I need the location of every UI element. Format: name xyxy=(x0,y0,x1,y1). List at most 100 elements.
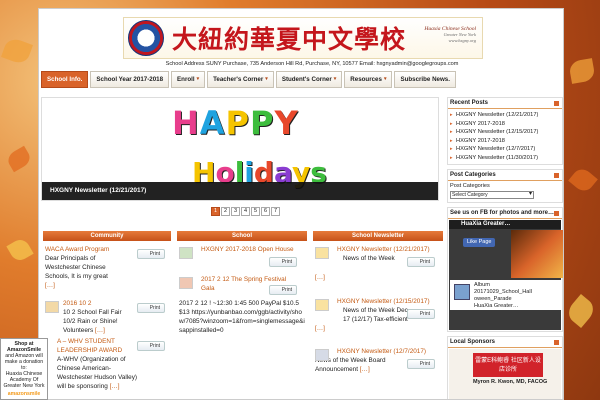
post-title-link[interactable]: 2016 10 2 xyxy=(63,300,91,307)
post-excerpt: 2017 2 12 ! ~12:30 1:45 500 PayPal $10.5… xyxy=(179,300,305,334)
post-title-link[interactable]: HXGNY Newsletter (12/7/2017) xyxy=(337,347,443,356)
school-post: HXGNY 2017-2018 Open House Print xyxy=(177,245,307,275)
read-more-link[interactable]: […] xyxy=(315,273,443,282)
print-label: Print xyxy=(419,311,430,317)
nav-school-info[interactable]: School Info. xyxy=(41,71,89,88)
recent-post-link[interactable]: HXGNY Newsletter (12/21/2017) xyxy=(448,111,562,120)
post-excerpt: News of the Week Dec 17 (12/17) Tax-effi… xyxy=(343,307,408,323)
album-title-cont: oween_Parade xyxy=(474,296,512,302)
print-label: Print xyxy=(149,305,160,311)
pager-button[interactable]: 2 xyxy=(221,207,230,216)
nav-teachers-corner[interactable]: Teacher's Corner ▾ xyxy=(207,71,274,88)
recent-post-link[interactable]: HXGNY Newsletter (12/15/2017) xyxy=(448,128,562,137)
read-more-link[interactable]: […] xyxy=(315,324,443,333)
pager-button[interactable]: 3 xyxy=(231,207,240,216)
post-title-link[interactable]: A – WHV STUDENT LEADERSHIP AWARD xyxy=(57,338,122,354)
post-thumbnail[interactable] xyxy=(315,349,329,361)
recent-post-link[interactable]: HXGNY Newsletter (12/7/2017) xyxy=(448,145,562,154)
school-heading: School xyxy=(177,231,307,241)
read-more-link[interactable]: […] xyxy=(95,327,105,334)
facebook-album[interactable]: Album 20171029_School_Hall oween_Parade … xyxy=(450,280,562,310)
album-page: HuaXia Greater… xyxy=(474,303,519,309)
facebook-widget: See us on FB for photos and more… HuaXia… xyxy=(447,207,563,332)
website-text: www.hxgny.org xyxy=(448,38,476,43)
pager-button[interactable]: 6 xyxy=(261,207,270,216)
amazon-smile-ad[interactable]: Shop at AmazonSmile and Amazon will make… xyxy=(0,338,48,400)
newsletter-column: School Newsletter HXGNY Newsletter (12/2… xyxy=(313,231,443,387)
slider-caption[interactable]: HXGNY Newsletter (12/21/2017) xyxy=(42,182,438,200)
print-button[interactable]: Print xyxy=(137,341,165,351)
print-button[interactable]: Print xyxy=(407,359,435,369)
categories-widget: Post Categories Post Categories Select C… xyxy=(447,169,563,203)
community-column: Community WACA Award Program Dear Princi… xyxy=(43,231,171,390)
post-thumbnail[interactable] xyxy=(179,277,193,289)
read-more-link[interactable]: […] xyxy=(110,383,120,390)
post-title-link[interactable]: HXGNY 2017-2018 Open House xyxy=(201,245,294,254)
newsletter-post: HXGNY Newsletter (12/21/2017) News of th… xyxy=(313,245,443,297)
school-banner[interactable]: 大紐約華夏中文學校 Huaxia Chinese School Greater … xyxy=(123,17,483,59)
pager-button[interactable]: 7 xyxy=(271,207,280,216)
recent-posts-heading: Recent Posts xyxy=(448,98,562,109)
school-address: School Address SUNY Purchase, 735 Anders… xyxy=(165,61,459,67)
nav-school-year[interactable]: School Year 2017-2018 xyxy=(90,71,170,88)
category-select-value: Select Category xyxy=(452,192,488,198)
main-nav: School Info. School Year 2017-2018 Enrol… xyxy=(41,71,456,88)
smile-logo-text: smile xyxy=(27,391,41,397)
print-label: Print xyxy=(419,259,430,265)
nav-subscribe[interactable]: Subscribe News. xyxy=(394,71,456,88)
read-more-link[interactable]: […] xyxy=(45,282,55,289)
featured-slider[interactable]: HAPPY Holidays HXGNY Newsletter (12/21/2… xyxy=(41,97,439,201)
pager-button[interactable]: 4 xyxy=(241,207,250,216)
post-thumbnail[interactable] xyxy=(315,247,329,259)
pager-button[interactable]: 1 xyxy=(211,207,220,216)
like-page-button[interactable]: Like Page xyxy=(463,238,496,247)
post-excerpt: 10 2 School Fall Fair 10/2 Rain or Shine… xyxy=(63,309,122,334)
sidebar: Recent Posts HXGNY Newsletter (12/21/201… xyxy=(447,97,563,399)
amazon-ad-line: and Amazon will make a donation to: xyxy=(4,353,44,371)
print-label: Print xyxy=(281,259,292,265)
print-button[interactable]: Print xyxy=(269,257,297,267)
read-more-link[interactable]: […] xyxy=(360,366,370,373)
print-button[interactable]: Print xyxy=(269,285,297,295)
page-container: 大紐約華夏中文學校 Huaxia Chinese School Greater … xyxy=(38,8,564,400)
school-column: School HXGNY 2017-2018 Open House Print … xyxy=(177,231,307,355)
recent-post-link[interactable]: HXGNY 2017-2018 xyxy=(448,120,562,129)
nav-enroll[interactable]: Enroll ▾ xyxy=(171,71,206,88)
english-title: Huaxia Chinese School Greater New York w… xyxy=(424,26,476,44)
nav-label: School Year 2017-2018 xyxy=(96,76,164,83)
post-excerpt: News of the Week xyxy=(343,255,395,262)
print-label: Print xyxy=(419,361,430,367)
sponsor-name: Myron R. Kwon, MD, FACOG xyxy=(473,379,548,385)
sponsor-ad[interactable]: 雷蒙E科鲍睿 社区新人设店诊所 Myron R. Kwon, MD, FACOG xyxy=(449,349,561,399)
post-title-link[interactable]: HXGNY Newsletter (12/15/2017) xyxy=(337,297,443,306)
post-title-link[interactable]: HXGNY Newsletter (12/21/2017) xyxy=(337,245,443,254)
recent-posts-widget: Recent Posts HXGNY Newsletter (12/21/201… xyxy=(447,97,563,165)
categories-heading: Post Categories xyxy=(448,170,562,181)
category-select[interactable]: Select Category xyxy=(450,191,534,199)
post-thumbnail[interactable] xyxy=(315,299,329,311)
print-button[interactable]: Print xyxy=(407,257,435,267)
print-button[interactable]: Print xyxy=(407,309,435,319)
facebook-page-name[interactable]: HuaXia Greater… xyxy=(449,220,561,229)
community-heading: Community xyxy=(43,231,171,241)
community-post: WACA Award Program Dear Principals of We… xyxy=(43,245,171,299)
post-excerpt: A-WHV (Organization of Chinese American-… xyxy=(57,356,138,390)
amazon-logo-text: amazon xyxy=(7,391,28,397)
school-logo xyxy=(128,20,164,56)
post-title-link[interactable]: WACA Award Program xyxy=(45,246,109,253)
pager-button[interactable]: 5 xyxy=(251,207,260,216)
post-thumbnail[interactable] xyxy=(179,247,193,259)
nav-resources[interactable]: Resources ▾ xyxy=(344,71,393,88)
chinese-title: 大紐約華夏中文學校 xyxy=(172,25,407,54)
print-button[interactable]: Print xyxy=(137,249,165,259)
post-thumbnail[interactable] xyxy=(45,301,59,313)
print-button[interactable]: Print xyxy=(137,303,165,313)
nav-students-corner[interactable]: Student's Corner ▾ xyxy=(275,71,343,88)
nav-label: Student's Corner xyxy=(281,76,332,83)
recent-post-link[interactable]: HXGNY 2017-2018 xyxy=(448,137,562,146)
slider-pager: 1 2 3 4 5 6 7 xyxy=(211,207,280,216)
happy-holidays-image: HAPPY xyxy=(172,104,299,142)
recent-post-link[interactable]: HXGNY Newsletter (11/30/2017) xyxy=(448,154,562,163)
sponsor-ad-title: 雷蒙E科鲍睿 社区新人设店诊所 xyxy=(473,353,543,377)
facebook-embed[interactable]: HuaXia Greater… Like Page Album 20171029… xyxy=(449,220,563,330)
